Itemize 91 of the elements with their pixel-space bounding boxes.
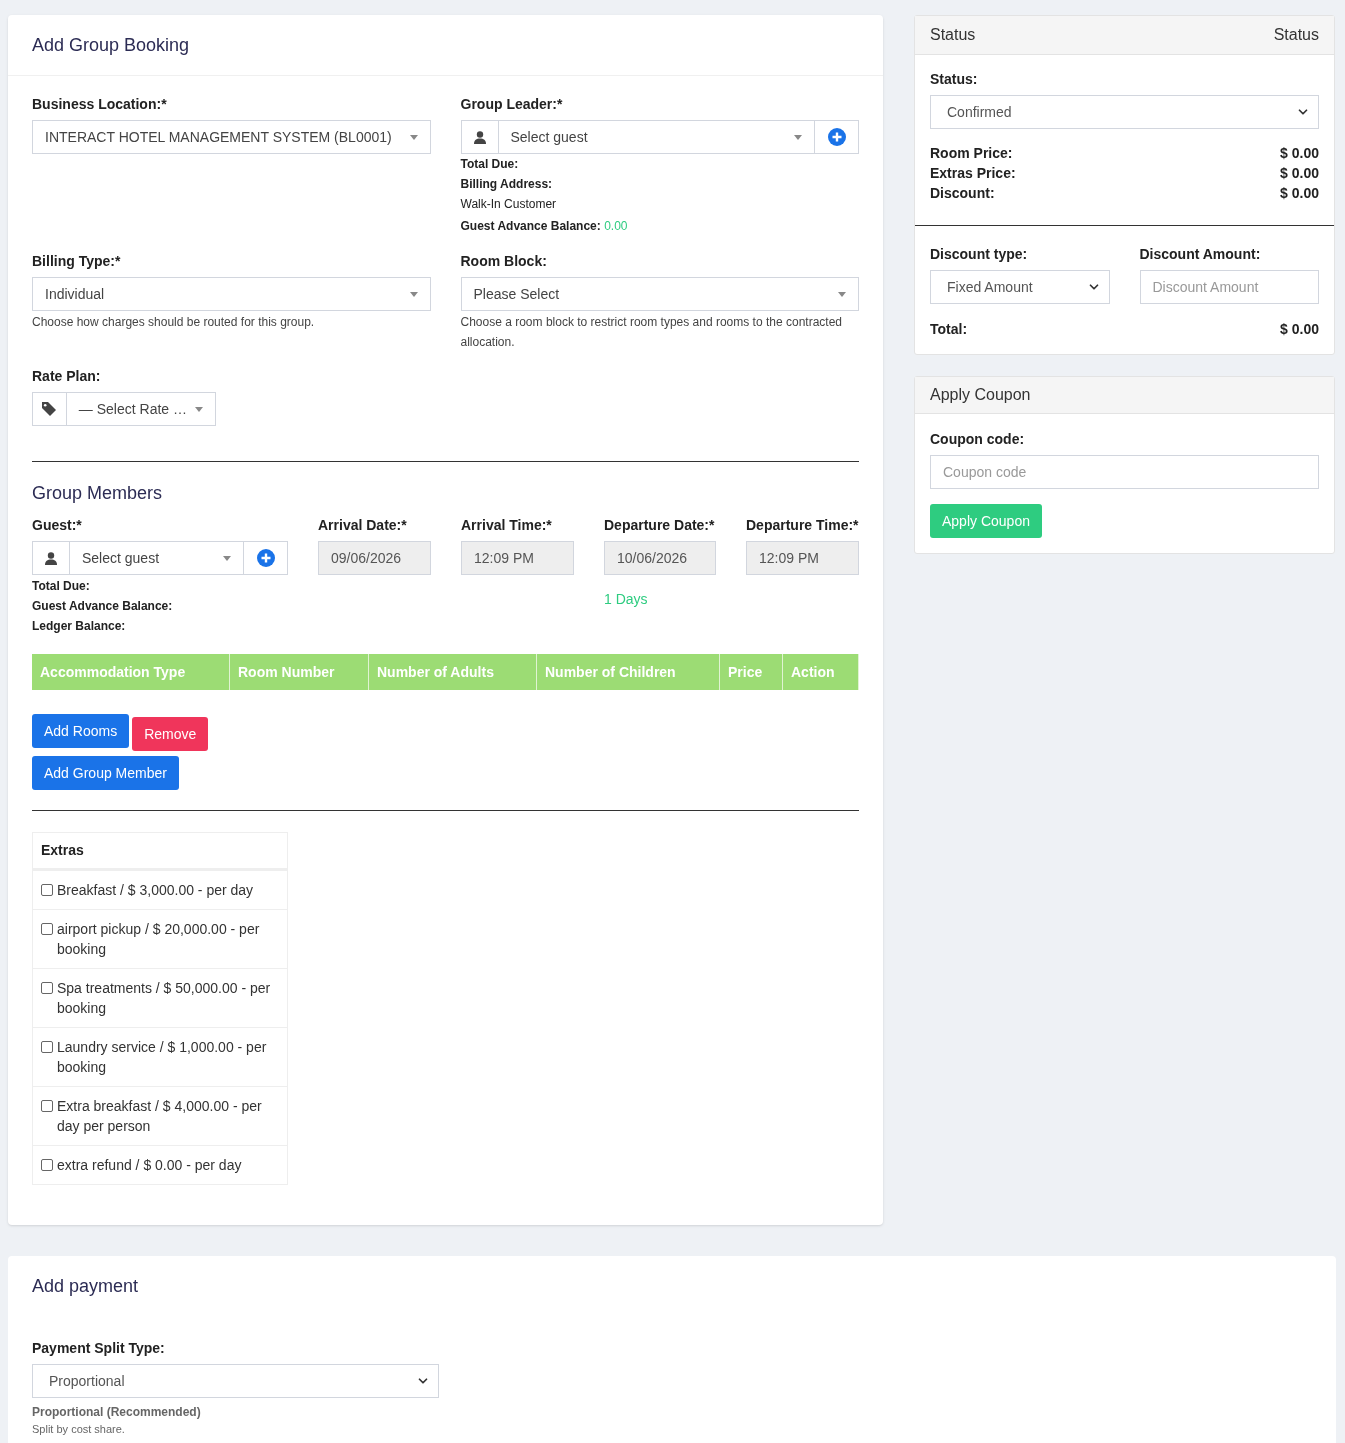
add-circle-icon [827, 128, 846, 146]
info-label: Ledger Balance: [32, 618, 127, 635]
checkbox[interactable] [41, 1041, 53, 1053]
date-field[interactable]: 09/06/2026 [318, 541, 431, 575]
field-label: Discount type: [930, 245, 1029, 264]
help-text: Split by cost share. [32, 1422, 126, 1437]
total-label: Total: [930, 320, 968, 339]
price-value: $ 0.00 [1280, 164, 1319, 183]
tag-icon [42, 402, 57, 416]
price-value: $ 0.00 [1280, 184, 1319, 203]
add-circle-icon [256, 549, 275, 567]
card-title: Apply Coupon [930, 385, 1031, 405]
extra-label: airport pickup / $ 20,000.00 - per booking [57, 920, 261, 959]
extra-label: Spa treatments / $ 50,000.00 - per booking [57, 979, 272, 1018]
field-label: Guest:* [32, 516, 83, 535]
caret-icon [838, 291, 846, 297]
info-label: Total Due: [32, 578, 91, 595]
caret-icon [409, 134, 418, 140]
caret-icon [409, 291, 418, 297]
field-label: Status: [930, 70, 979, 89]
field-label: Discount Amount: [1139, 245, 1262, 264]
discount-amount-input[interactable]: Discount Amount [1139, 270, 1319, 304]
help-text: Choose how charges should be routed for this group. [32, 314, 316, 331]
nights-count: 1 Days [604, 590, 649, 609]
field-label: Group Leader:* [460, 95, 564, 114]
price-value: $ 0.00 [1280, 144, 1319, 163]
coupon-input[interactable]: Coupon code [930, 455, 1319, 489]
add-guest-button[interactable] [815, 120, 859, 154]
select-field[interactable]: INTERACT HOTEL MANAGEMENT SYSTEM (BL0001) [32, 120, 431, 154]
select-field[interactable]: Please Select [460, 277, 859, 311]
card-title: Status [930, 25, 976, 45]
help-text: Choose a room block to restrict room types and rooms to the contracted allocation. [460, 314, 843, 351]
extra-label: Laundry service / $ 1,000.00 - per booking [57, 1038, 268, 1077]
column-header: Room Number [230, 654, 369, 690]
select-field[interactable]: Proportional [32, 1364, 439, 1398]
extra-label: extra refund / $ 0.00 - per day [57, 1156, 243, 1175]
card-title: Add payment [32, 1275, 140, 1298]
field-label: Room Block: [460, 252, 548, 271]
field-label: Departure Date:* [604, 516, 716, 535]
column-header: Number of Children [537, 654, 720, 690]
field-label: Billing Type:* [32, 252, 122, 271]
column-header: Price [720, 654, 783, 690]
select-field[interactable]: — Select Rate … [66, 392, 216, 426]
select-field[interactable]: Individual [32, 277, 431, 311]
user-icon [45, 551, 57, 565]
column-header: Accommodation Type [32, 654, 230, 690]
date-field[interactable]: 12:09 PM [461, 541, 574, 575]
select-field[interactable]: Select guest [70, 541, 244, 575]
field-label: Departure Time:* [746, 516, 859, 535]
add-member-button[interactable]: Add Group Member [32, 756, 179, 790]
select-field[interactable]: Select guest [498, 120, 815, 154]
add-guest-button[interactable] [244, 541, 288, 575]
select-field[interactable]: Confirmed [930, 95, 1319, 129]
user-icon [473, 130, 486, 144]
section-title: Group Members [32, 482, 164, 505]
billing-address: Walk-In Customer [460, 196, 558, 213]
column-header: Action [783, 654, 859, 690]
field-label: Arrival Time:* [461, 516, 553, 535]
caret-icon [195, 406, 203, 412]
card-title: Status [1273, 25, 1319, 45]
field-label: Business Location:* [32, 95, 168, 114]
price-label: Room Price: [930, 144, 1013, 163]
caret-icon [794, 134, 802, 140]
checkbox[interactable] [41, 982, 53, 994]
checkbox[interactable] [41, 1159, 53, 1171]
action-button[interactable]: Add Rooms [32, 714, 130, 748]
field-label: Coupon code: [930, 430, 1026, 449]
checkbox[interactable] [41, 1100, 53, 1112]
total-value: $ 0.00 [1280, 320, 1319, 339]
checkbox[interactable] [41, 923, 53, 935]
action-button[interactable]: Remove [132, 717, 209, 751]
checkbox[interactable] [41, 884, 53, 896]
extras-title: Extras [33, 833, 287, 870]
price-label: Extras Price: [930, 164, 1016, 183]
field-label: Payment Split Type: [32, 1339, 166, 1358]
card-title: Add Group Booking [32, 33, 190, 57]
info-label: Billing Address: [460, 176, 554, 193]
date-field[interactable]: 10/06/2026 [604, 541, 716, 575]
extra-label: Breakfast / $ 3,000.00 - per day [57, 881, 255, 900]
field-label: Rate Plan: [32, 367, 102, 386]
info-label: Total Due: [460, 156, 520, 173]
caret-icon [223, 555, 231, 561]
info-label: Guest Advance Balance: [32, 598, 174, 615]
price-label: Discount: [930, 184, 995, 203]
date-field[interactable]: 12:09 PM [746, 541, 859, 575]
extra-label: Extra breakfast / $ 4,000.00 - per day per person [57, 1097, 263, 1136]
advance-balance: Guest Advance Balance: 0.00 [460, 218, 629, 235]
help-title: Proportional (Recommended) [32, 1404, 202, 1421]
select-field[interactable]: Fixed Amount [930, 270, 1110, 304]
field-label: Arrival Date:* [318, 516, 408, 535]
column-header: Number of Adults [369, 654, 537, 690]
